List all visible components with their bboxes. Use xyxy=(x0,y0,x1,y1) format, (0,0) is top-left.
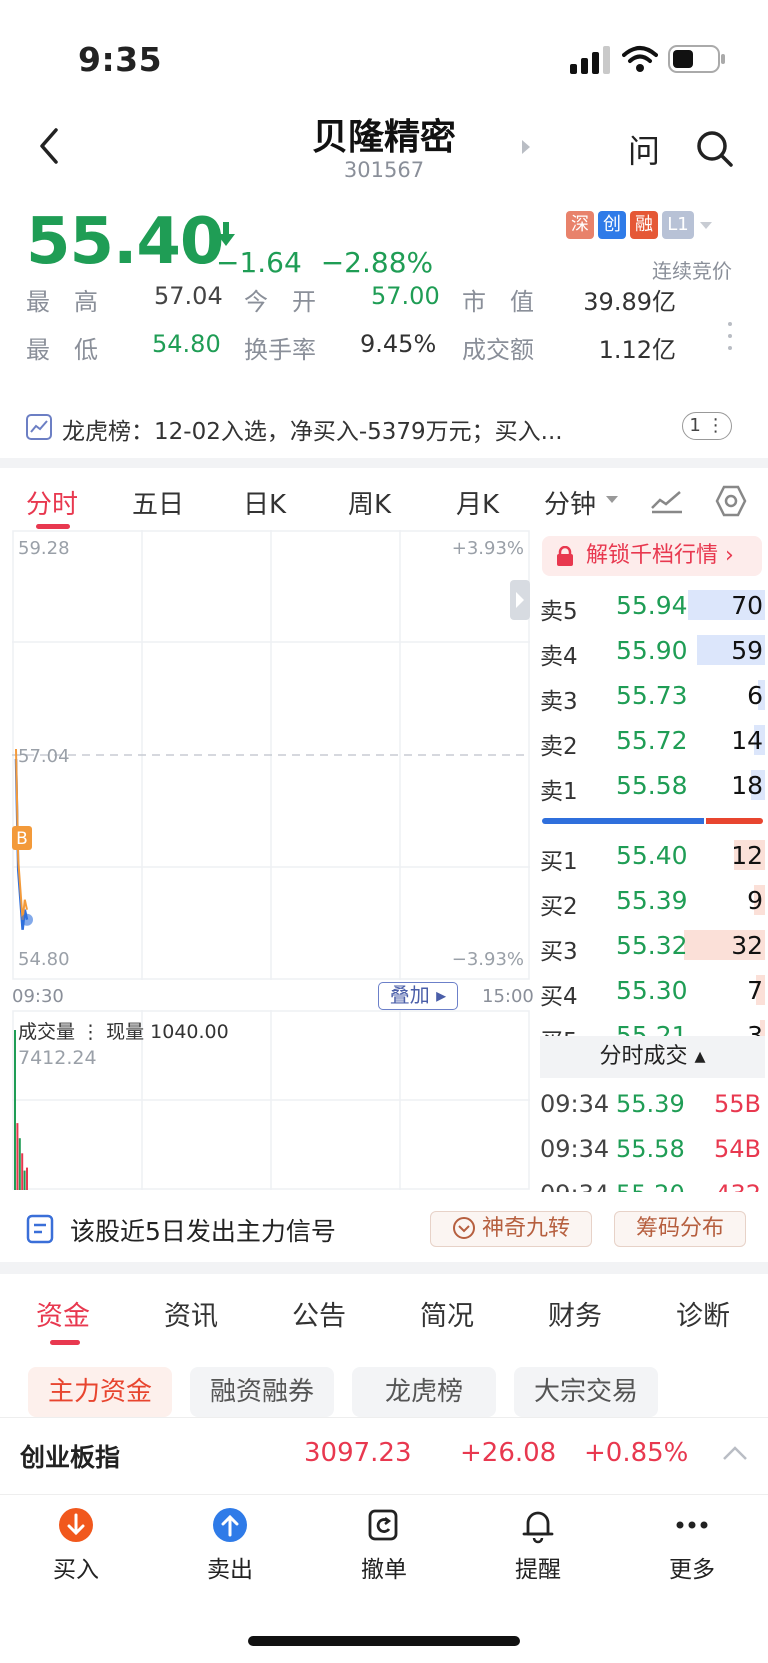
tab-announcements[interactable]: 公告 xyxy=(292,1294,346,1333)
tick-time: 09:34 xyxy=(540,1180,609,1192)
sell-icon xyxy=(213,1508,247,1542)
tick-row: 09:34 55.58 54B xyxy=(540,1131,765,1171)
tick-row: 09:34 55.39 55B xyxy=(540,1086,765,1126)
tick-volume: 432 xyxy=(715,1180,761,1192)
magic-nine-label: 神奇九转 xyxy=(481,1216,570,1241)
subtab-block-trade[interactable]: 大宗交易 xyxy=(514,1367,658,1417)
cancel-order-button[interactable]: 撤单 xyxy=(334,1506,434,1584)
buy-icon xyxy=(59,1508,93,1542)
tick-price: 55.58 xyxy=(616,1135,685,1163)
sell-label: 卖出 xyxy=(207,1557,253,1583)
buy-button[interactable]: 买入 xyxy=(26,1506,126,1584)
chevron-circle-icon xyxy=(452,1217,475,1239)
main-force-signal[interactable]: 该股近5日发出主力信号 xyxy=(70,1212,336,1248)
tab-news[interactable]: 资讯 xyxy=(164,1294,218,1333)
document-icon xyxy=(26,1214,54,1244)
tick-price: 55.20 xyxy=(616,1180,685,1192)
buy-label: 买入 xyxy=(53,1557,99,1583)
magic-nine-chip[interactable]: 神奇九转 xyxy=(430,1211,592,1247)
tab-underline xyxy=(50,1340,80,1345)
index-name: 创业板指 xyxy=(20,1443,121,1472)
tab-diagnosis[interactable]: 诊断 xyxy=(676,1294,730,1333)
subtab-dragon-tiger[interactable]: 龙虎榜 xyxy=(352,1367,496,1417)
more-icon xyxy=(676,1521,708,1529)
home-indicator xyxy=(248,1636,520,1646)
more-label: 更多 xyxy=(669,1557,715,1583)
tick-price: 55.39 xyxy=(616,1090,685,1118)
tick-time: 09:34 xyxy=(540,1090,610,1118)
tick-volume: 55B xyxy=(713,1090,761,1118)
divider xyxy=(0,1262,768,1274)
bell-icon xyxy=(522,1511,554,1544)
alert-label: 提醒 xyxy=(515,1557,561,1583)
tab-financials[interactable]: 财务 xyxy=(548,1294,602,1333)
tab-fund-flow[interactable]: 资金 xyxy=(36,1294,90,1333)
tab-profile[interactable]: 简况 xyxy=(420,1294,474,1333)
index-value: 3097.23 xyxy=(304,1438,412,1468)
chevron-up-icon[interactable] xyxy=(722,1445,748,1461)
subtab-margin[interactable]: 融资融券 xyxy=(190,1367,334,1417)
subtab-main-fund[interactable]: 主力资金 xyxy=(28,1367,172,1417)
cancel-order-icon xyxy=(368,1509,398,1541)
alert-button[interactable]: 提醒 xyxy=(488,1506,588,1584)
more-button[interactable]: 更多 xyxy=(642,1506,742,1584)
tick-time: 09:34 xyxy=(540,1135,610,1163)
cancel-order-label: 撤单 xyxy=(361,1557,407,1583)
tick-row: 09:34 55.20 432 xyxy=(540,1176,765,1192)
sell-button[interactable]: 卖出 xyxy=(180,1506,280,1584)
index-change: +26.08 xyxy=(460,1438,557,1468)
tick-volume: 54B xyxy=(713,1135,761,1163)
chip-distribution[interactable]: 筹码分布 xyxy=(614,1211,746,1247)
index-change-pct: +0.85% xyxy=(584,1438,689,1468)
